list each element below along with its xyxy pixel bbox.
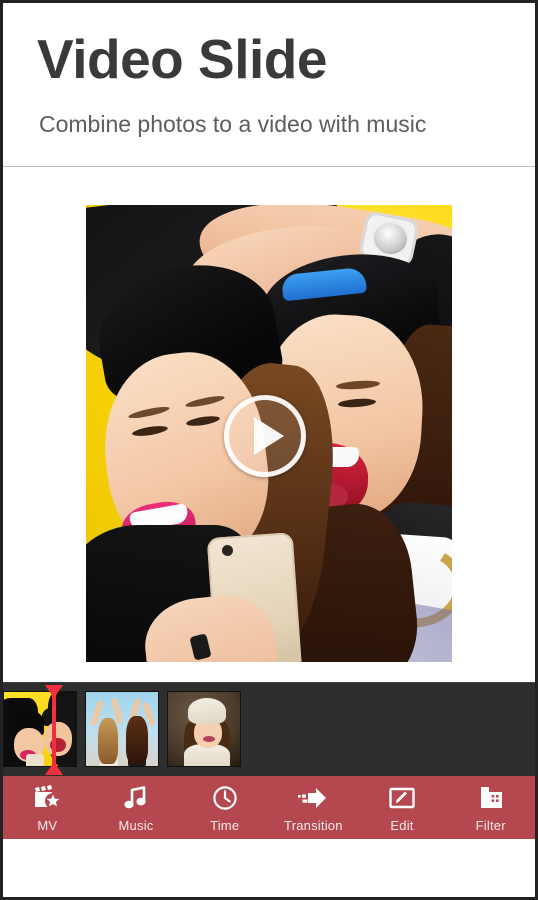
toolbar-item-mv[interactable]: MV	[3, 776, 92, 839]
toolbar-label-edit: Edit	[390, 818, 414, 833]
toolbar-label-transition: Transition	[284, 818, 343, 833]
page-title: Video Slide	[37, 28, 327, 90]
timeline-playhead[interactable]	[45, 685, 63, 775]
thumbnail-clip-3[interactable]	[167, 691, 241, 767]
clip3-lips	[203, 736, 215, 742]
clip3-knit-hat	[188, 698, 226, 724]
toolbar-item-music[interactable]: Music	[92, 776, 181, 839]
toolbar-item-time[interactable]: Time	[180, 776, 269, 839]
clapperboard-star-icon	[33, 784, 62, 812]
thumbnail-clip-1[interactable]	[3, 691, 77, 767]
clip2-hair-1	[98, 718, 118, 764]
toolbar-label-music: Music	[118, 818, 154, 833]
bottom-toolbar: MV Music Time Transition Edit Filter	[3, 776, 535, 839]
thumbnail-clip-2[interactable]	[85, 691, 159, 767]
toolbar-item-filter[interactable]: Filter	[446, 776, 535, 839]
music-note-icon	[123, 784, 149, 812]
toolbar-item-edit[interactable]: Edit	[358, 776, 447, 839]
clip1-phone	[26, 754, 44, 766]
thumbnail-list	[3, 691, 249, 769]
film-roll-icon	[477, 784, 505, 812]
clip2-hair-2	[126, 716, 148, 764]
preview-stage	[3, 168, 535, 682]
toolbar-label-time: Time	[210, 818, 240, 833]
app-header: Video Slide Combine photos to a video wi…	[3, 3, 535, 167]
pencil-square-icon	[388, 784, 416, 812]
clock-icon	[212, 784, 238, 812]
page-subtitle: Combine photos to a video with music	[39, 111, 427, 137]
video-preview[interactable]	[86, 205, 452, 662]
app-window: Video Slide Combine photos to a video wi…	[0, 0, 538, 900]
toolbar-label-filter: Filter	[475, 818, 506, 833]
bottom-spacer	[3, 839, 535, 897]
toolbar-label-mv: MV	[37, 818, 58, 833]
toolbar-item-transition[interactable]: Transition	[269, 776, 358, 839]
arrow-right-motion-icon	[298, 784, 328, 812]
play-triangle-icon	[254, 417, 284, 455]
play-button[interactable]	[224, 395, 306, 477]
timeline-strip[interactable]	[3, 682, 535, 777]
